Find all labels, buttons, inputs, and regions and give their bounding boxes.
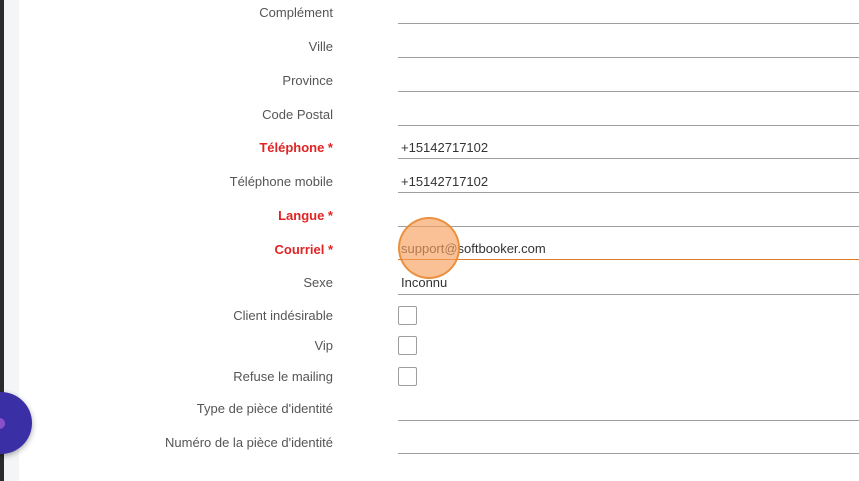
telephone-label: Téléphone *	[259, 140, 333, 155]
numero-piece-label: Numéro de la pièce d'identité	[165, 435, 333, 450]
vip-checkbox[interactable]	[398, 336, 417, 355]
courriel-label: Courriel *	[274, 242, 333, 257]
refuse-mailing-checkbox[interactable]	[398, 367, 417, 386]
click-indicator	[398, 217, 460, 279]
refuse-mailing-label: Refuse le mailing	[233, 369, 333, 384]
province-label: Province	[282, 73, 333, 88]
sexe-label: Sexe	[303, 275, 333, 290]
complement-field[interactable]	[398, 5, 859, 24]
province-field[interactable]	[398, 73, 859, 92]
telephone-mobile-label: Téléphone mobile	[229, 174, 333, 189]
ville-label: Ville	[308, 39, 333, 54]
code-postal-field[interactable]	[398, 107, 859, 126]
code-postal-label: Code Postal	[262, 107, 333, 122]
langue-label: Langue *	[278, 208, 333, 223]
vip-label: Vip	[314, 338, 333, 353]
type-piece-field[interactable]	[398, 401, 859, 421]
client-indesirable-label: Client indésirable	[233, 308, 333, 323]
langue-select[interactable]	[398, 208, 859, 227]
ville-field[interactable]	[398, 39, 859, 58]
chat-icon	[0, 418, 5, 429]
courriel-field[interactable]: support@softbooker.com	[398, 241, 859, 260]
numero-piece-field[interactable]	[398, 435, 859, 454]
telephone-field[interactable]: +15142717102	[398, 140, 859, 159]
client-indesirable-checkbox[interactable]	[398, 306, 417, 325]
type-piece-label: Type de pièce d'identité	[196, 401, 333, 416]
complement-label: Complément	[259, 5, 333, 20]
telephone-mobile-field[interactable]: +15142717102	[398, 174, 859, 193]
sexe-select[interactable]: Inconnu	[398, 275, 859, 295]
